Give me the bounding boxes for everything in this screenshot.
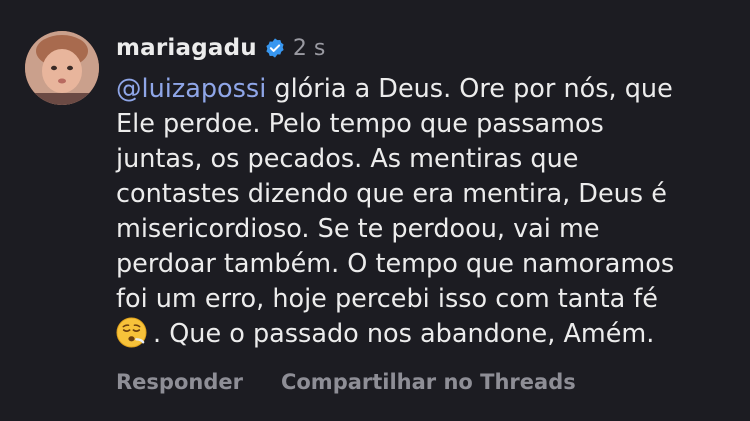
- avatar[interactable]: [25, 31, 99, 105]
- comment-line: juntas, os pecados. As mentiras que: [116, 144, 579, 174]
- comment-header: mariagadu 2 s: [116, 33, 325, 63]
- comment-line: glória a Deus. Ore por nós, que: [266, 74, 673, 104]
- comment-line: Ele perdoe. Pelo tempo que passamos: [116, 109, 604, 139]
- comment-line: perdoar também. O tempo que namoramos: [116, 249, 675, 279]
- comment-line: misericordioso. Se te perdoou, vai me: [116, 214, 600, 244]
- reply-button[interactable]: Responder: [116, 370, 243, 394]
- avatar-image: [25, 31, 99, 105]
- comment: mariagadu 2 s @luizapossi glória a Deus.…: [0, 0, 750, 421]
- mention-link[interactable]: @luizapossi: [116, 74, 266, 104]
- timestamp: 2 s: [292, 35, 326, 61]
- share-threads-button[interactable]: Compartilhar no Threads: [281, 370, 576, 394]
- relieved-sigh-face-emoji-icon: [116, 317, 147, 348]
- comment-actions: Responder Compartilhar no Threads: [116, 370, 576, 394]
- comment-line: foi um erro, hoje percebi isso com tanta…: [116, 284, 658, 314]
- username[interactable]: mariagadu: [116, 35, 257, 61]
- verified-badge-icon: [266, 38, 284, 58]
- comment-text: @luizapossi glória a Deus. Ore por nós, …: [116, 72, 736, 352]
- comment-line: . Que o passado nos abandone, Amém.: [153, 319, 655, 349]
- comment-line: contastes dizendo que era mentira, Deus …: [116, 179, 667, 209]
